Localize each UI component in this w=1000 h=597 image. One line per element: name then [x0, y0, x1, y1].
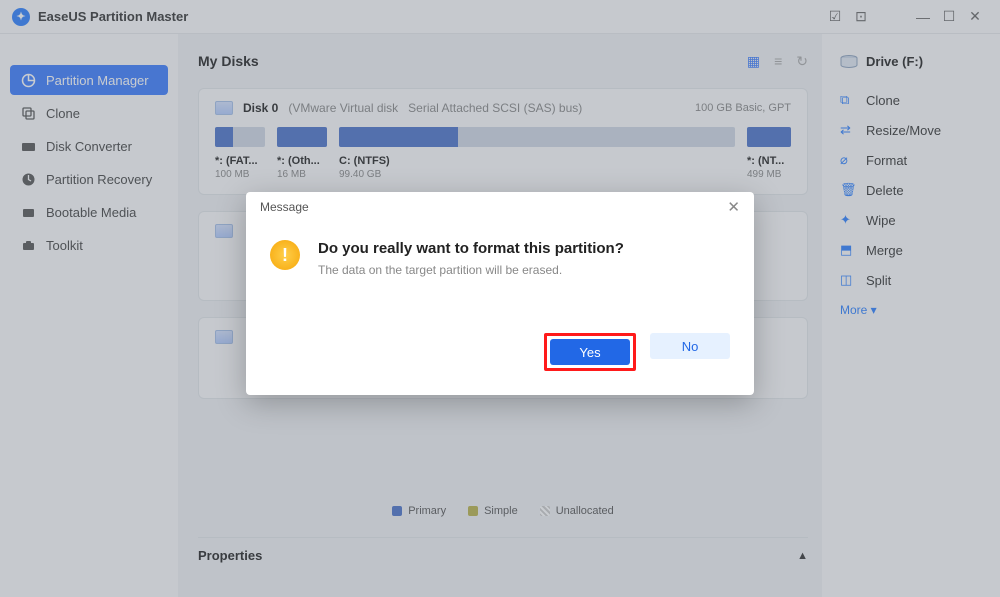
no-button[interactable]: No: [650, 333, 730, 359]
yes-highlight: Yes: [544, 333, 636, 371]
dialog-close-button[interactable]: ✕: [727, 198, 740, 216]
dialog-title: Message: [260, 200, 309, 214]
dialog-question: Do you really want to format this partit…: [318, 240, 624, 257]
warning-icon: !: [270, 240, 300, 270]
format-confirmation-dialog: Message ✕ ! Do you really want to format…: [246, 192, 754, 395]
dialog-message: The data on the target partition will be…: [318, 263, 624, 277]
yes-button[interactable]: Yes: [550, 339, 630, 365]
modal-overlay: Message ✕ ! Do you really want to format…: [0, 0, 1000, 597]
